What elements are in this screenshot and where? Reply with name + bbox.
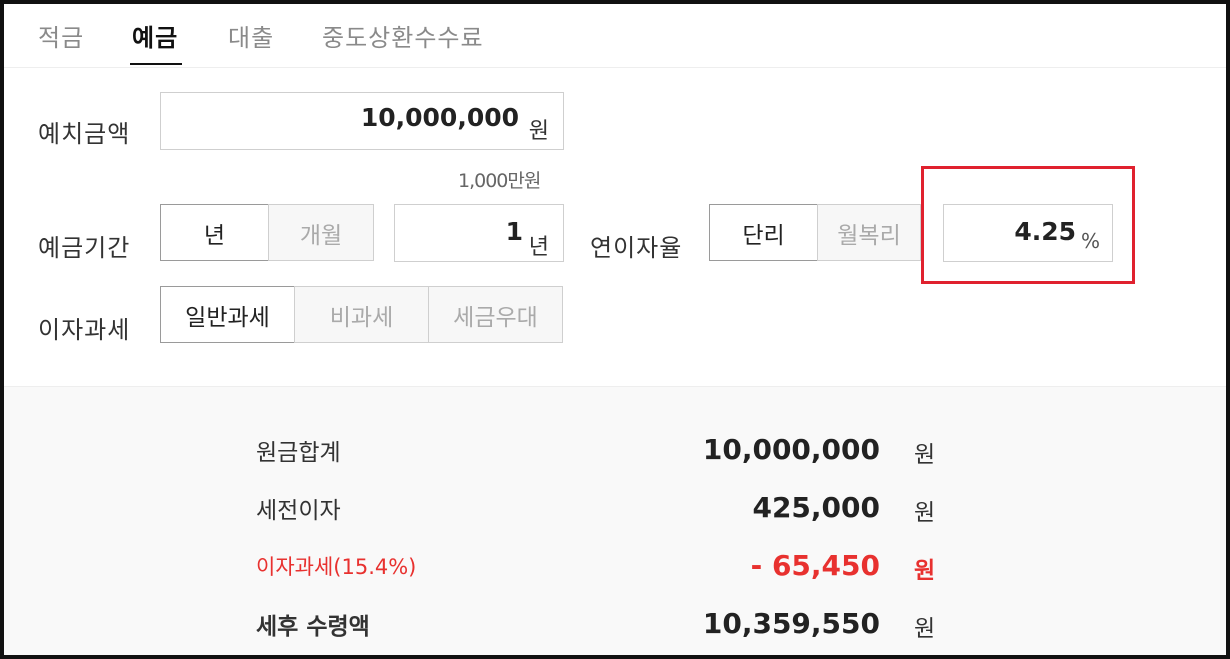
interest-tax-amount-label: 이자과세(15.4%)	[256, 555, 417, 579]
deposit-period-value: 1	[505, 217, 523, 246]
after-tax-amount-value: 10,359,550	[702, 607, 880, 640]
principal-total-label: 원금합계	[256, 440, 341, 466]
deposit-amount-label: 예치금액	[38, 120, 131, 148]
deposit-amount-input[interactable]: 10,000,000 원	[160, 92, 564, 150]
calculator-frame: 적금 예금 대출 중도상환수수료 예치금액 10,000,000 원 1,000…	[0, 0, 1230, 659]
tab-loan[interactable]: 대출	[228, 18, 274, 53]
interest-tax-amount-unit: 원	[914, 558, 936, 584]
deposit-period-unit: 년	[528, 235, 549, 260]
tax-preferential-button[interactable]: 세금우대	[428, 286, 563, 343]
active-tab-indicator	[130, 63, 182, 65]
interest-rate-label: 연이자율	[590, 234, 683, 262]
tab-savings[interactable]: 적금	[38, 18, 84, 53]
interest-rate-highlight-box	[921, 166, 1135, 284]
pretax-interest-value: 425,000	[752, 491, 880, 524]
period-unit-month-button[interactable]: 개월	[268, 204, 374, 261]
rate-monthly-compound-button[interactable]: 월복리	[817, 204, 921, 261]
deposit-amount-value: 10,000,000	[360, 103, 519, 132]
tax-exempt-button[interactable]: 비과세	[294, 286, 429, 343]
interest-tax-label: 이자과세	[38, 316, 131, 344]
tab-deposit[interactable]: 예금	[132, 18, 178, 53]
results-panel: 원금합계 10,000,000 원 세전이자 425,000 원 이자과세(15…	[4, 386, 1226, 655]
rate-simple-button[interactable]: 단리	[709, 204, 818, 261]
after-tax-amount-label: 세후 수령액	[256, 614, 370, 640]
deposit-amount-unit: 원	[528, 119, 549, 144]
principal-total-value: 10,000,000	[702, 433, 880, 466]
tab-prepayment-fee[interactable]: 중도상환수수료	[322, 18, 484, 53]
deposit-period-input[interactable]: 1 년	[394, 204, 564, 262]
deposit-period-label: 예금기간	[38, 234, 131, 262]
deposit-amount-hint: 1,000만원	[458, 170, 541, 192]
tab-bar: 적금 예금 대출 중도상환수수료	[4, 4, 1226, 68]
period-unit-year-button[interactable]: 년	[160, 204, 269, 261]
tax-general-button[interactable]: 일반과세	[160, 286, 295, 343]
pretax-interest-label: 세전이자	[256, 498, 341, 524]
pretax-interest-unit: 원	[914, 500, 936, 526]
interest-tax-amount-value: - 65,450	[750, 549, 880, 582]
principal-total-unit: 원	[914, 442, 936, 468]
after-tax-amount-unit: 원	[914, 616, 936, 642]
